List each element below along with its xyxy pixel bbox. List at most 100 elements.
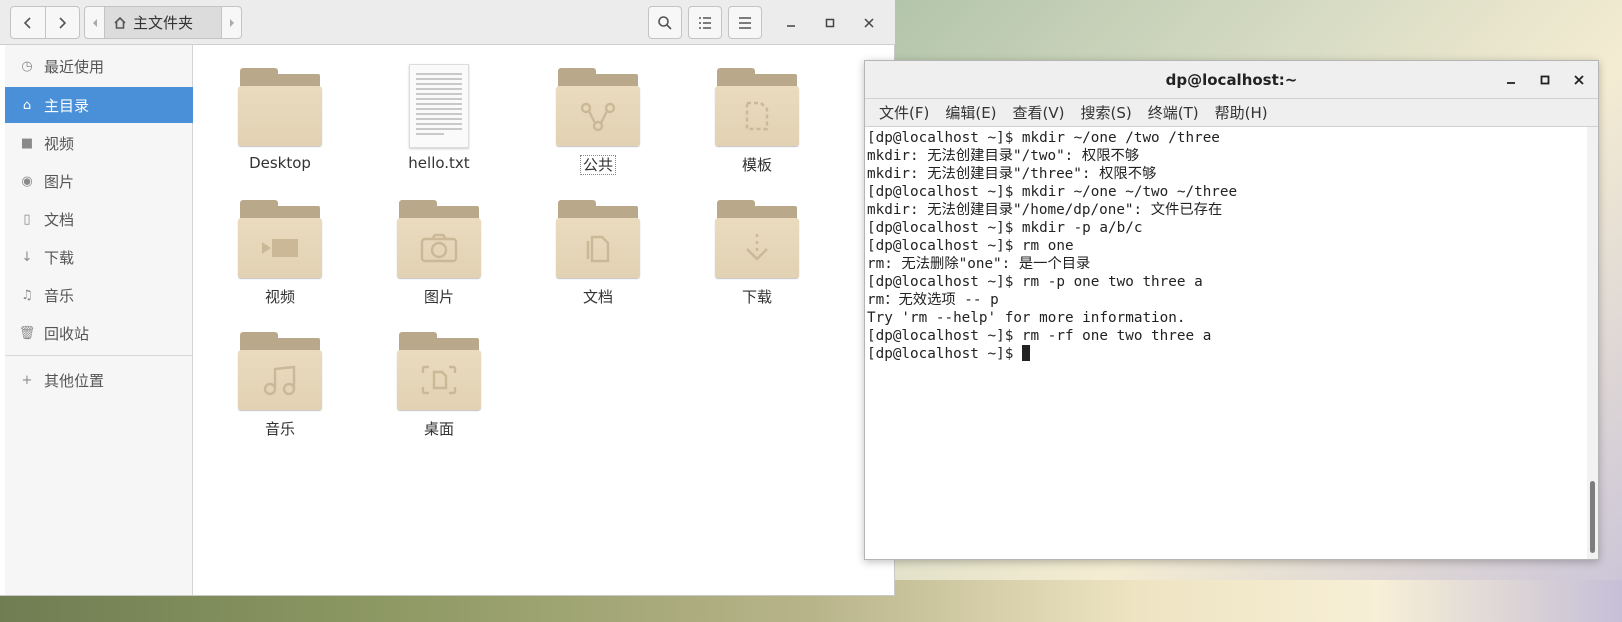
folder-video-icon xyxy=(238,196,322,280)
menu-search[interactable]: 搜索(S) xyxy=(1073,102,1140,123)
file-item-downloads[interactable]: 下载 xyxy=(697,196,817,316)
sidebar-item-label: 音乐 xyxy=(44,286,75,305)
file-item-desktop[interactable]: Desktop xyxy=(220,64,340,184)
file-item-hello-txt[interactable]: hello.txt xyxy=(379,64,499,184)
menu-button[interactable] xyxy=(728,6,762,39)
sidebar-item-label: 主目录 xyxy=(44,96,90,115)
share-icon xyxy=(580,102,616,132)
file-item-label: 公共 xyxy=(538,154,658,175)
terminal-title: dp@localhost:~ xyxy=(1165,70,1298,89)
folder-template-icon xyxy=(715,64,799,148)
terminal-line: [dp@localhost ~]$ rm -p one two three a xyxy=(867,274,1203,290)
sidebar-item-documents[interactable]: ▯ 文档 xyxy=(5,201,193,237)
document-icon: ▯ xyxy=(23,211,31,227)
folder-share-icon xyxy=(556,64,640,148)
menu-file[interactable]: 文件(F) xyxy=(871,102,937,123)
forward-button[interactable] xyxy=(44,7,79,38)
terminal-scrollbar[interactable] xyxy=(1587,127,1598,559)
maximize-button[interactable] xyxy=(817,10,843,36)
video-icon: ■ xyxy=(20,135,34,151)
minimize-icon xyxy=(787,25,795,27)
sidebar-item-label: 最近使用 xyxy=(44,57,105,76)
terminal-close-button[interactable] xyxy=(1566,67,1592,93)
file-item-desktop-cn[interactable]: 桌面 xyxy=(379,328,499,448)
sidebar-item-label: 下载 xyxy=(44,248,75,267)
terminal-line: [dp@localhost ~]$ rm -rf one two three a xyxy=(867,328,1212,344)
path-crumb-home[interactable]: 主文件夹 xyxy=(105,7,221,38)
file-item-label: 模板 xyxy=(741,156,772,174)
search-button[interactable] xyxy=(648,6,682,39)
music-icon: ♫ xyxy=(21,287,33,303)
file-item-videos[interactable]: 视频 xyxy=(220,196,340,316)
folder-icon xyxy=(238,64,322,148)
terminal-line: rm：无效选项 -- p xyxy=(867,292,999,308)
terminal-line: mkdir: 无法创建目录"/home/dp/one": 文件已存在 xyxy=(867,202,1223,218)
camera-icon: ◉ xyxy=(21,173,33,189)
terminal-line: rm: 无法删除"one": 是一个目录 xyxy=(867,256,1091,272)
desktop-icon xyxy=(421,365,457,395)
sidebar-item-home[interactable]: ⌂ 主目录 xyxy=(5,87,193,123)
list-view-icon xyxy=(699,16,711,29)
minimize-button[interactable] xyxy=(778,10,804,36)
file-item-pictures[interactable]: 图片 xyxy=(379,196,499,316)
sidebar-item-label: 视频 xyxy=(44,134,75,153)
hamburger-icon xyxy=(739,16,751,29)
video-camera-icon xyxy=(262,239,298,257)
sidebar-item-trash[interactable]: 🗑 回收站 xyxy=(5,315,193,351)
history-nav-group xyxy=(10,6,80,39)
view-mode-button[interactable] xyxy=(688,6,722,39)
sidebar-item-recent[interactable]: ◷ 最近使用 xyxy=(5,48,193,84)
close-button[interactable] xyxy=(856,10,882,36)
file-item-label: 文档 xyxy=(582,288,613,306)
home-icon: ⌂ xyxy=(22,97,32,113)
sidebar-item-pictures[interactable]: ◉ 图片 xyxy=(5,163,193,199)
terminal-maximize-button[interactable] xyxy=(1532,67,1558,93)
file-item-label: 下载 xyxy=(741,288,772,306)
terminal-window: dp@localhost:~ 文件(F) 编辑(E) 查看(V) 搜索(S) 终… xyxy=(864,60,1599,560)
terminal-line: [dp@localhost ~]$ mkdir ~/one ~/two ~/th… xyxy=(867,184,1238,200)
download-icon: ↓ xyxy=(21,249,33,265)
maximize-icon xyxy=(825,18,835,28)
download-arrow-icon xyxy=(746,234,768,261)
back-button[interactable] xyxy=(11,7,45,38)
file-item-label: 视频 xyxy=(264,288,295,306)
terminal-line: mkdir: 无法创建目录"/two": 权限不够 xyxy=(867,148,1140,164)
sidebar-item-downloads[interactable]: ↓ 下载 xyxy=(5,239,193,275)
path-scroll-left-button[interactable] xyxy=(85,7,105,38)
search-icon xyxy=(658,15,672,30)
sidebar-item-music[interactable]: ♫ 音乐 xyxy=(5,277,193,313)
menu-view[interactable]: 查看(V) xyxy=(1005,102,1073,123)
file-item-label: Desktop xyxy=(249,154,311,172)
file-item-documents[interactable]: 文档 xyxy=(538,196,658,316)
sidebar-item-other-locations[interactable]: + 其他位置 xyxy=(5,362,193,398)
terminal-prompt-line: [dp@localhost ~]$ xyxy=(867,345,1583,363)
terminal-minimize-button[interactable] xyxy=(1498,67,1524,93)
camera-icon xyxy=(420,233,458,263)
sidebar-item-label: 文档 xyxy=(44,210,75,229)
folder-music-icon xyxy=(238,328,322,412)
sidebar-item-label: 回收站 xyxy=(44,324,90,343)
terminal-line: [dp@localhost ~]$ rm one xyxy=(867,238,1074,254)
terminal-output[interactable]: [dp@localhost ~]$ mkdir ~/one /two /thre… xyxy=(865,127,1585,559)
sidebar-separator xyxy=(5,355,193,356)
file-item-label: 图片 xyxy=(423,288,454,306)
terminal-line: [dp@localhost ~]$ mkdir ~/one /two /thre… xyxy=(867,130,1220,146)
terminal-line: mkdir: 无法创建目录"/three": 权限不够 xyxy=(867,166,1157,182)
home-icon xyxy=(114,16,126,29)
scrollbar-thumb[interactable] xyxy=(1590,481,1595,553)
file-item-public[interactable]: 公共 xyxy=(538,64,658,184)
sidebar-item-label: 其他位置 xyxy=(44,371,105,390)
path-bar: 主文件夹 xyxy=(84,6,242,39)
text-file-icon xyxy=(409,64,469,148)
file-item-templates[interactable]: 模板 xyxy=(697,64,817,184)
sidebar-item-videos[interactable]: ■ 视频 xyxy=(5,125,193,161)
menu-help[interactable]: 帮助(H) xyxy=(1207,102,1276,123)
template-icon xyxy=(745,101,769,131)
path-scroll-right-button[interactable] xyxy=(221,7,241,38)
menu-terminal[interactable]: 终端(T) xyxy=(1140,102,1207,123)
folder-download-icon xyxy=(715,196,799,280)
music-note-icon xyxy=(263,365,296,396)
menu-edit[interactable]: 编辑(E) xyxy=(937,102,1004,123)
file-item-music[interactable]: 音乐 xyxy=(220,328,340,448)
file-item-label-text: 公共 xyxy=(579,155,616,175)
